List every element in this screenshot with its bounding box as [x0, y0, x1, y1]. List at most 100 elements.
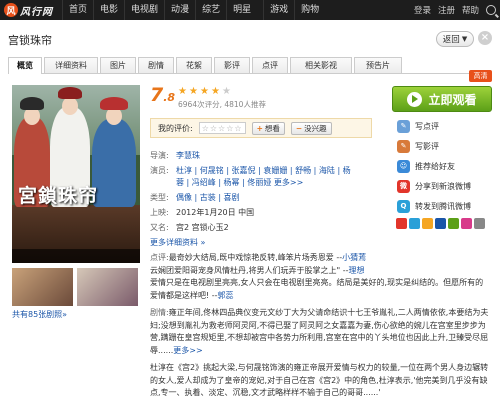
- tab-trailer[interactable]: 预告片: [354, 57, 402, 73]
- review-entry: 杜淳在《宫2》挑起大梁,与何晟铭饰演的雍正帝展开爱情与权力的较量,一位在两个男人…: [150, 362, 490, 400]
- watch-now-label: 立即观看: [428, 92, 477, 107]
- side-actions: ✎ 写点评 ✎ 写影评 ☺ 推荐给好友 微 分享到新浪微博 Q 转发到腾讯微博: [392, 116, 492, 229]
- star-filled-icon: ★: [178, 86, 187, 97]
- tencent-icon: Q: [397, 199, 410, 213]
- want-label: 想看: [264, 123, 280, 133]
- info-key: 导演:: [150, 151, 169, 160]
- info-row-director: 导演: 李慧珠: [150, 150, 382, 162]
- share-weibo-icon[interactable]: [396, 218, 407, 229]
- nav-item-games[interactable]: 游戏: [263, 0, 294, 20]
- still-thumbnail[interactable]: [77, 268, 138, 306]
- star-outline-icon[interactable]: ☆: [234, 124, 241, 133]
- share-icons-row: [396, 218, 492, 229]
- tab-pictures[interactable]: 图片: [100, 57, 136, 73]
- comment-text: 云娴团爱阳哥宠身风情杜丹,将男人们玩弄于股掌之上" --: [150, 265, 349, 275]
- cast-line-1[interactable]: 杜淳 | 何晟铭 | 张嘉倪 | 袁姗姗 | 舒畅 | 海陆 | 杨: [176, 166, 351, 175]
- nav-item-tv[interactable]: 电视剧: [124, 0, 164, 20]
- watch-now-button[interactable]: 立即观看: [392, 86, 492, 112]
- comment-user-link[interactable]: 小猜蔫: [342, 253, 366, 262]
- all-stills-link[interactable]: 共有85张剧照»: [12, 309, 67, 320]
- nav-item-variety[interactable]: 综艺: [195, 0, 226, 20]
- cast-line-2[interactable]: 蓉 | 冯绍峰 | 杨幂 | 佟丽娅: [176, 178, 271, 187]
- info-table: 导演: 李慧珠 演员: 杜淳 | 何晟铭 | 张嘉倪 | 袁姗姗 | 舒畅 | …: [150, 150, 382, 252]
- top-nav-bar: 风 风行网 首页 电影 电视剧 动漫 综艺 明星 游戏 购物 登录 注册 帮助: [0, 0, 500, 20]
- register-link[interactable]: 注册: [438, 4, 455, 16]
- page-title: 宫锁珠帘: [8, 34, 52, 47]
- comment-user-link[interactable]: 郭蕊: [218, 291, 234, 300]
- tab-overview[interactable]: 概览: [8, 57, 42, 74]
- star-filled-icon: ★: [200, 86, 209, 97]
- user-links: 登录 注册 帮助: [407, 4, 500, 16]
- nav-item-anime[interactable]: 动漫: [164, 0, 195, 20]
- tab-related[interactable]: 相关影视: [290, 57, 352, 73]
- plot-more-link[interactable]: 更多>>: [173, 346, 202, 355]
- side-item-label: 分享到新浪微博: [415, 181, 471, 191]
- type-links[interactable]: 偶像 | 古装 | 喜剧: [176, 192, 240, 204]
- play-icon: [407, 91, 423, 107]
- share-tencent-link[interactable]: Q 转发到腾讯微博: [392, 196, 492, 216]
- want-to-watch-button[interactable]: + 想看: [251, 121, 285, 135]
- user-icon: ☺: [397, 159, 410, 173]
- dislike-label: 没兴趣: [304, 123, 327, 133]
- minus-icon: −: [295, 123, 303, 133]
- share-more-icon[interactable]: [474, 218, 485, 229]
- nav-item-movies[interactable]: 电影: [93, 0, 124, 20]
- side-item-label: 写点评: [415, 121, 439, 131]
- not-interested-button[interactable]: − 没兴趣: [290, 121, 332, 135]
- close-icon[interactable]: ×: [478, 31, 492, 45]
- tab-bar: 概览 详细资料 图片 剧情 花絮 影评 点评 相关影视 预告片: [8, 57, 492, 74]
- director-link[interactable]: 李慧珠: [176, 150, 200, 162]
- back-button-label: 返回: [442, 35, 460, 45]
- help-link[interactable]: 帮助: [462, 4, 479, 16]
- recommend-link[interactable]: ☺ 推荐给好友: [392, 156, 492, 176]
- rating-stars: ★ ★ ★ ★ ★: [178, 87, 233, 97]
- tab-comments[interactable]: 点评: [252, 57, 288, 73]
- nav-item-stars[interactable]: 明星: [226, 0, 257, 20]
- tab-extras[interactable]: 花絮: [176, 57, 212, 73]
- cast-links[interactable]: 杜淳 | 何晟铭 | 张嘉倪 | 袁姗姗 | 舒畅 | 海陆 | 杨蓉 | 冯绍…: [176, 165, 351, 189]
- star-outline-icon[interactable]: ☆: [226, 124, 233, 133]
- nav-item-shopping[interactable]: 购物: [294, 0, 325, 20]
- info-row-more: 更多详细资料 »: [150, 237, 382, 249]
- poster-figure: [92, 119, 136, 207]
- cast-more-link[interactable]: 更多>>: [274, 178, 303, 187]
- star-outline-icon[interactable]: ☆: [210, 124, 217, 133]
- search-icon[interactable]: [486, 5, 496, 15]
- more-details-link[interactable]: 更多详细资料 »: [150, 237, 205, 249]
- star-outline-icon[interactable]: ☆: [202, 124, 209, 133]
- share-renren-icon[interactable]: [435, 218, 446, 229]
- star-outline-icon[interactable]: ☆: [218, 124, 225, 133]
- share-kaixin-icon[interactable]: [448, 218, 459, 229]
- poster-image[interactable]: 宮鎖珠帘: [12, 85, 140, 263]
- poster-bottom-bar: [12, 249, 140, 263]
- share-weibo-link[interactable]: 微 分享到新浪微博: [392, 176, 492, 196]
- comment-label: 点评:: [150, 253, 169, 262]
- poster-headdress: [20, 97, 44, 110]
- info-row-type: 类型: 偶像 | 古装 | 喜剧: [150, 192, 382, 204]
- info-key: 上映:: [150, 208, 169, 217]
- rating-meta: 6964次评分, 4810人推荐: [178, 100, 266, 109]
- my-rating-bar: 我的评价: ☆ ☆ ☆ ☆ ☆ + 想看 − 没兴趣: [150, 118, 372, 138]
- login-link[interactable]: 登录: [414, 4, 431, 16]
- poster-headdress: [100, 97, 128, 110]
- nav-item-home[interactable]: 首页: [62, 0, 93, 20]
- comment-user-link[interactable]: 理想: [349, 266, 365, 275]
- share-qq-icon[interactable]: [409, 218, 420, 229]
- share-douban-icon[interactable]: [461, 218, 472, 229]
- title-row: 宫锁珠帘 返回 ▼ ×: [0, 28, 500, 50]
- site-logo[interactable]: 风 风行网: [0, 0, 62, 20]
- poster-face: [62, 97, 78, 115]
- tab-reviews[interactable]: 影评: [214, 57, 250, 73]
- back-button[interactable]: 返回 ▼: [436, 31, 474, 47]
- write-review-link[interactable]: ✎ 写影评: [392, 136, 492, 156]
- tab-details[interactable]: 详细资料: [44, 57, 98, 73]
- still-thumbnail[interactable]: [12, 268, 73, 306]
- pencil-icon: ✎: [397, 119, 410, 133]
- share-qzone-icon[interactable]: [422, 218, 433, 229]
- poster-title-art: 宮鎖珠帘: [18, 185, 99, 207]
- score-decimal: .8: [163, 91, 176, 104]
- write-comment-link[interactable]: ✎ 写点评: [392, 116, 492, 136]
- info-key: 演员:: [150, 166, 169, 175]
- tab-plot[interactable]: 剧情: [138, 57, 174, 73]
- my-rating-stars[interactable]: ☆ ☆ ☆ ☆ ☆: [198, 122, 246, 134]
